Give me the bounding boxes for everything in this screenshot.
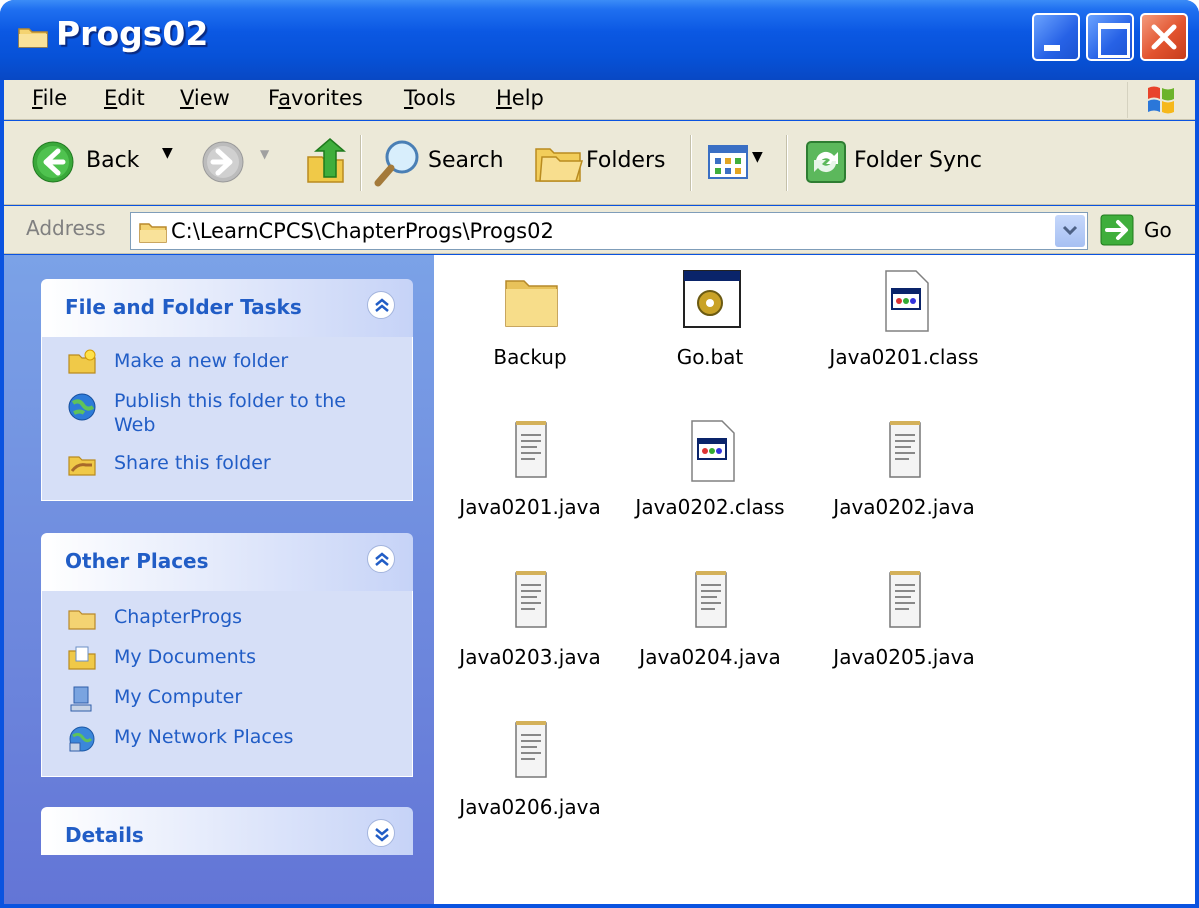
go-arrow-icon[interactable] — [1100, 214, 1134, 246]
file-folder-tasks-title: File and Folder Tasks — [65, 295, 302, 319]
other-places-header[interactable]: Other Places — [41, 533, 413, 591]
menu-bar: File Edit View Favorites Tools Help — [4, 80, 1195, 120]
new-folder-icon — [68, 349, 96, 374]
publish-folder-link[interactable]: Publish this folder to the Web — [68, 389, 374, 437]
folder-icon — [505, 280, 558, 327]
menu-edit[interactable]: Edit — [104, 86, 145, 110]
menu-favorites[interactable]: Favorites — [268, 86, 363, 110]
place-my-documents-link[interactable]: My Documents — [68, 645, 256, 670]
folder-sync-button-label[interactable]: Folder Sync — [854, 148, 982, 173]
back-arrow-icon[interactable] — [32, 141, 74, 183]
network-places-icon — [69, 726, 95, 752]
share-folder-icon — [68, 456, 96, 476]
file-label: Backup — [493, 345, 567, 369]
menu-tools[interactable]: Tools — [404, 86, 456, 110]
my-computer-icon — [70, 686, 92, 712]
other-places-body: ChapterProgs My Documents My Computer My… — [41, 591, 413, 777]
my-documents-icon — [68, 646, 96, 670]
address-dropdown-button[interactable] — [1055, 215, 1085, 247]
go-button-label[interactable]: Go — [1144, 218, 1172, 242]
address-label: Address — [26, 216, 106, 240]
forward-dropdown-icon[interactable]: ▼ — [260, 147, 269, 161]
title-bar[interactable]: Progs02 — [0, 0, 1199, 80]
file-label: Java0202.class — [635, 495, 785, 519]
file-folder-tasks-header[interactable]: File and Folder Tasks — [41, 279, 413, 337]
make-new-folder-link[interactable]: Make a new folder — [68, 349, 288, 374]
file-label: Java0206.java — [459, 795, 601, 819]
file-label: Java0201.class — [829, 345, 979, 369]
text-file-icon — [515, 571, 547, 628]
file-label: Java0205.java — [833, 645, 975, 669]
class-file-icon — [691, 420, 735, 482]
file-label: Java0204.java — [639, 645, 781, 669]
text-file-icon — [515, 421, 547, 478]
file-label: Java0203.java — [459, 645, 601, 669]
up-folder-icon[interactable] — [304, 137, 350, 185]
windows-logo-icon — [1127, 82, 1187, 118]
text-file-icon — [889, 421, 921, 478]
search-button-label[interactable]: Search — [428, 148, 504, 173]
back-dropdown-icon[interactable]: ▼ — [162, 145, 173, 161]
back-button-label[interactable]: Back — [86, 148, 139, 173]
folder-icon — [68, 610, 96, 630]
chevron-down-icon — [1062, 225, 1078, 236]
place-my-computer-link[interactable]: My Computer — [70, 685, 242, 712]
file-folder-tasks-body: Make a new folder Publish this folder to… — [41, 337, 413, 501]
text-file-icon — [515, 721, 547, 778]
class-file-icon — [885, 270, 929, 332]
maximize-button[interactable] — [1086, 13, 1134, 61]
file-view: Backup Go.bat Java0201.class Java0201.ja… — [434, 255, 1195, 904]
folder-icon — [18, 28, 48, 48]
views-dropdown-icon[interactable]: ▼ — [752, 149, 763, 165]
folder-icon — [139, 223, 167, 243]
address-bar: Address C:\LearnCPCS\ChapterProgs\Progs0… — [4, 206, 1195, 254]
folders-button-label[interactable]: Folders — [586, 148, 665, 173]
close-icon — [1151, 24, 1177, 50]
window-title: Progs02 — [56, 14, 209, 53]
file-label: Java0201.java — [459, 495, 601, 519]
collapse-icon[interactable] — [367, 291, 395, 319]
address-field[interactable]: C:\LearnCPCS\ChapterProgs\Progs02 — [130, 212, 1088, 250]
collapse-icon[interactable] — [367, 545, 395, 573]
menu-view[interactable]: View — [180, 86, 230, 110]
expand-icon[interactable] — [367, 819, 395, 847]
text-file-icon — [695, 571, 727, 628]
address-path: C:\LearnCPCS\ChapterProgs\Progs02 — [171, 219, 554, 243]
search-icon[interactable] — [372, 137, 424, 189]
share-folder-link[interactable]: Share this folder — [68, 451, 271, 476]
text-file-icon — [889, 571, 921, 628]
other-places-title: Other Places — [65, 549, 209, 573]
details-title: Details — [65, 823, 144, 847]
minimize-button[interactable] — [1032, 13, 1080, 61]
menu-help[interactable]: Help — [496, 86, 544, 110]
toolbar: Back ▼ ▼ Search Folders ▼ Folder Sync — [4, 121, 1195, 205]
views-icon[interactable] — [708, 145, 748, 179]
folders-icon[interactable] — [534, 141, 584, 183]
task-pane: File and Folder Tasks Make a new folder … — [4, 255, 434, 904]
place-network-link[interactable]: My Network Places — [69, 725, 293, 752]
details-header[interactable]: Details — [41, 807, 413, 855]
menu-file[interactable]: File — [32, 86, 67, 110]
file-label: Go.bat — [676, 345, 744, 369]
forward-arrow-icon[interactable] — [202, 141, 244, 183]
publish-web-icon — [68, 393, 96, 421]
place-chapterprogs-link[interactable]: ChapterProgs — [68, 605, 242, 630]
close-button[interactable] — [1140, 13, 1188, 61]
file-label: Java0202.java — [833, 495, 975, 519]
explorer-window: Progs02 File Edit View Favorites Tools H… — [0, 0, 1199, 908]
folder-sync-icon[interactable] — [804, 139, 848, 185]
batch-file-icon — [683, 270, 741, 328]
